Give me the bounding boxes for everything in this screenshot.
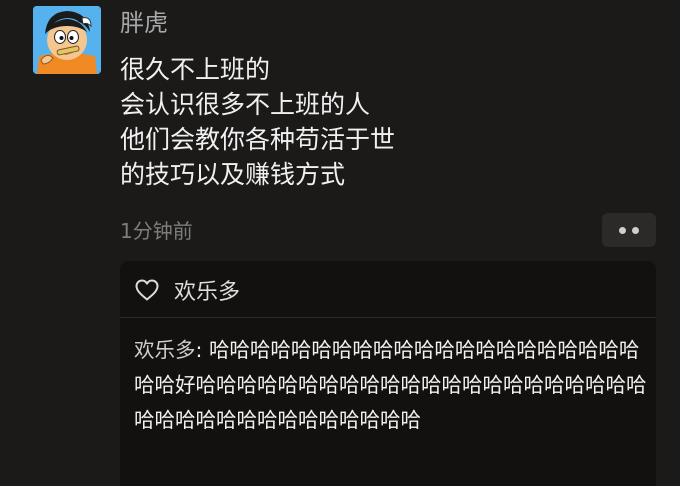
comment-text: 哈哈哈哈哈哈哈哈哈哈哈哈哈哈哈哈哈哈哈哈哈哈哈好哈哈哈哈哈哈哈哈哈哈哈哈哈哈哈哈…	[134, 338, 647, 432]
avatar[interactable]	[33, 6, 101, 74]
more-dots-icon	[632, 226, 639, 234]
more-dots-icon	[619, 226, 626, 234]
post-line: 的技巧以及赚钱方式	[120, 160, 346, 189]
post-content: 很久不上班的 会认识很多不上班的人 他们会教你各种苟活于世 的技巧以及赚钱方式	[120, 52, 395, 192]
post-timestamp: 1分钟前	[120, 219, 193, 243]
heart-outline-icon[interactable]	[134, 278, 160, 302]
cartoon-avatar-icon	[33, 6, 101, 74]
comment-separator: :	[195, 338, 209, 362]
like-user-name[interactable]: 欢乐多	[174, 274, 240, 306]
post-line: 会认识很多不上班的人	[120, 90, 371, 119]
likes-row: 欢乐多	[134, 270, 240, 310]
comment-item[interactable]: 欢乐多: 哈哈哈哈哈哈哈哈哈哈哈哈哈哈哈哈哈哈哈哈哈哈哈好哈哈哈哈哈哈哈哈哈哈哈…	[134, 333, 654, 438]
likes-comments-panel: 欢乐多 欢乐多: 哈哈哈哈哈哈哈哈哈哈哈哈哈哈哈哈哈哈哈哈哈哈哈好哈哈哈哈哈哈哈…	[120, 261, 656, 486]
post-line: 很久不上班的	[120, 55, 271, 84]
post-author[interactable]: 胖虎	[120, 6, 168, 40]
post-line: 他们会教你各种苟活于世	[120, 125, 396, 154]
more-button[interactable]	[602, 213, 656, 247]
comment-author[interactable]: 欢乐多	[134, 338, 196, 362]
divider	[120, 317, 656, 318]
